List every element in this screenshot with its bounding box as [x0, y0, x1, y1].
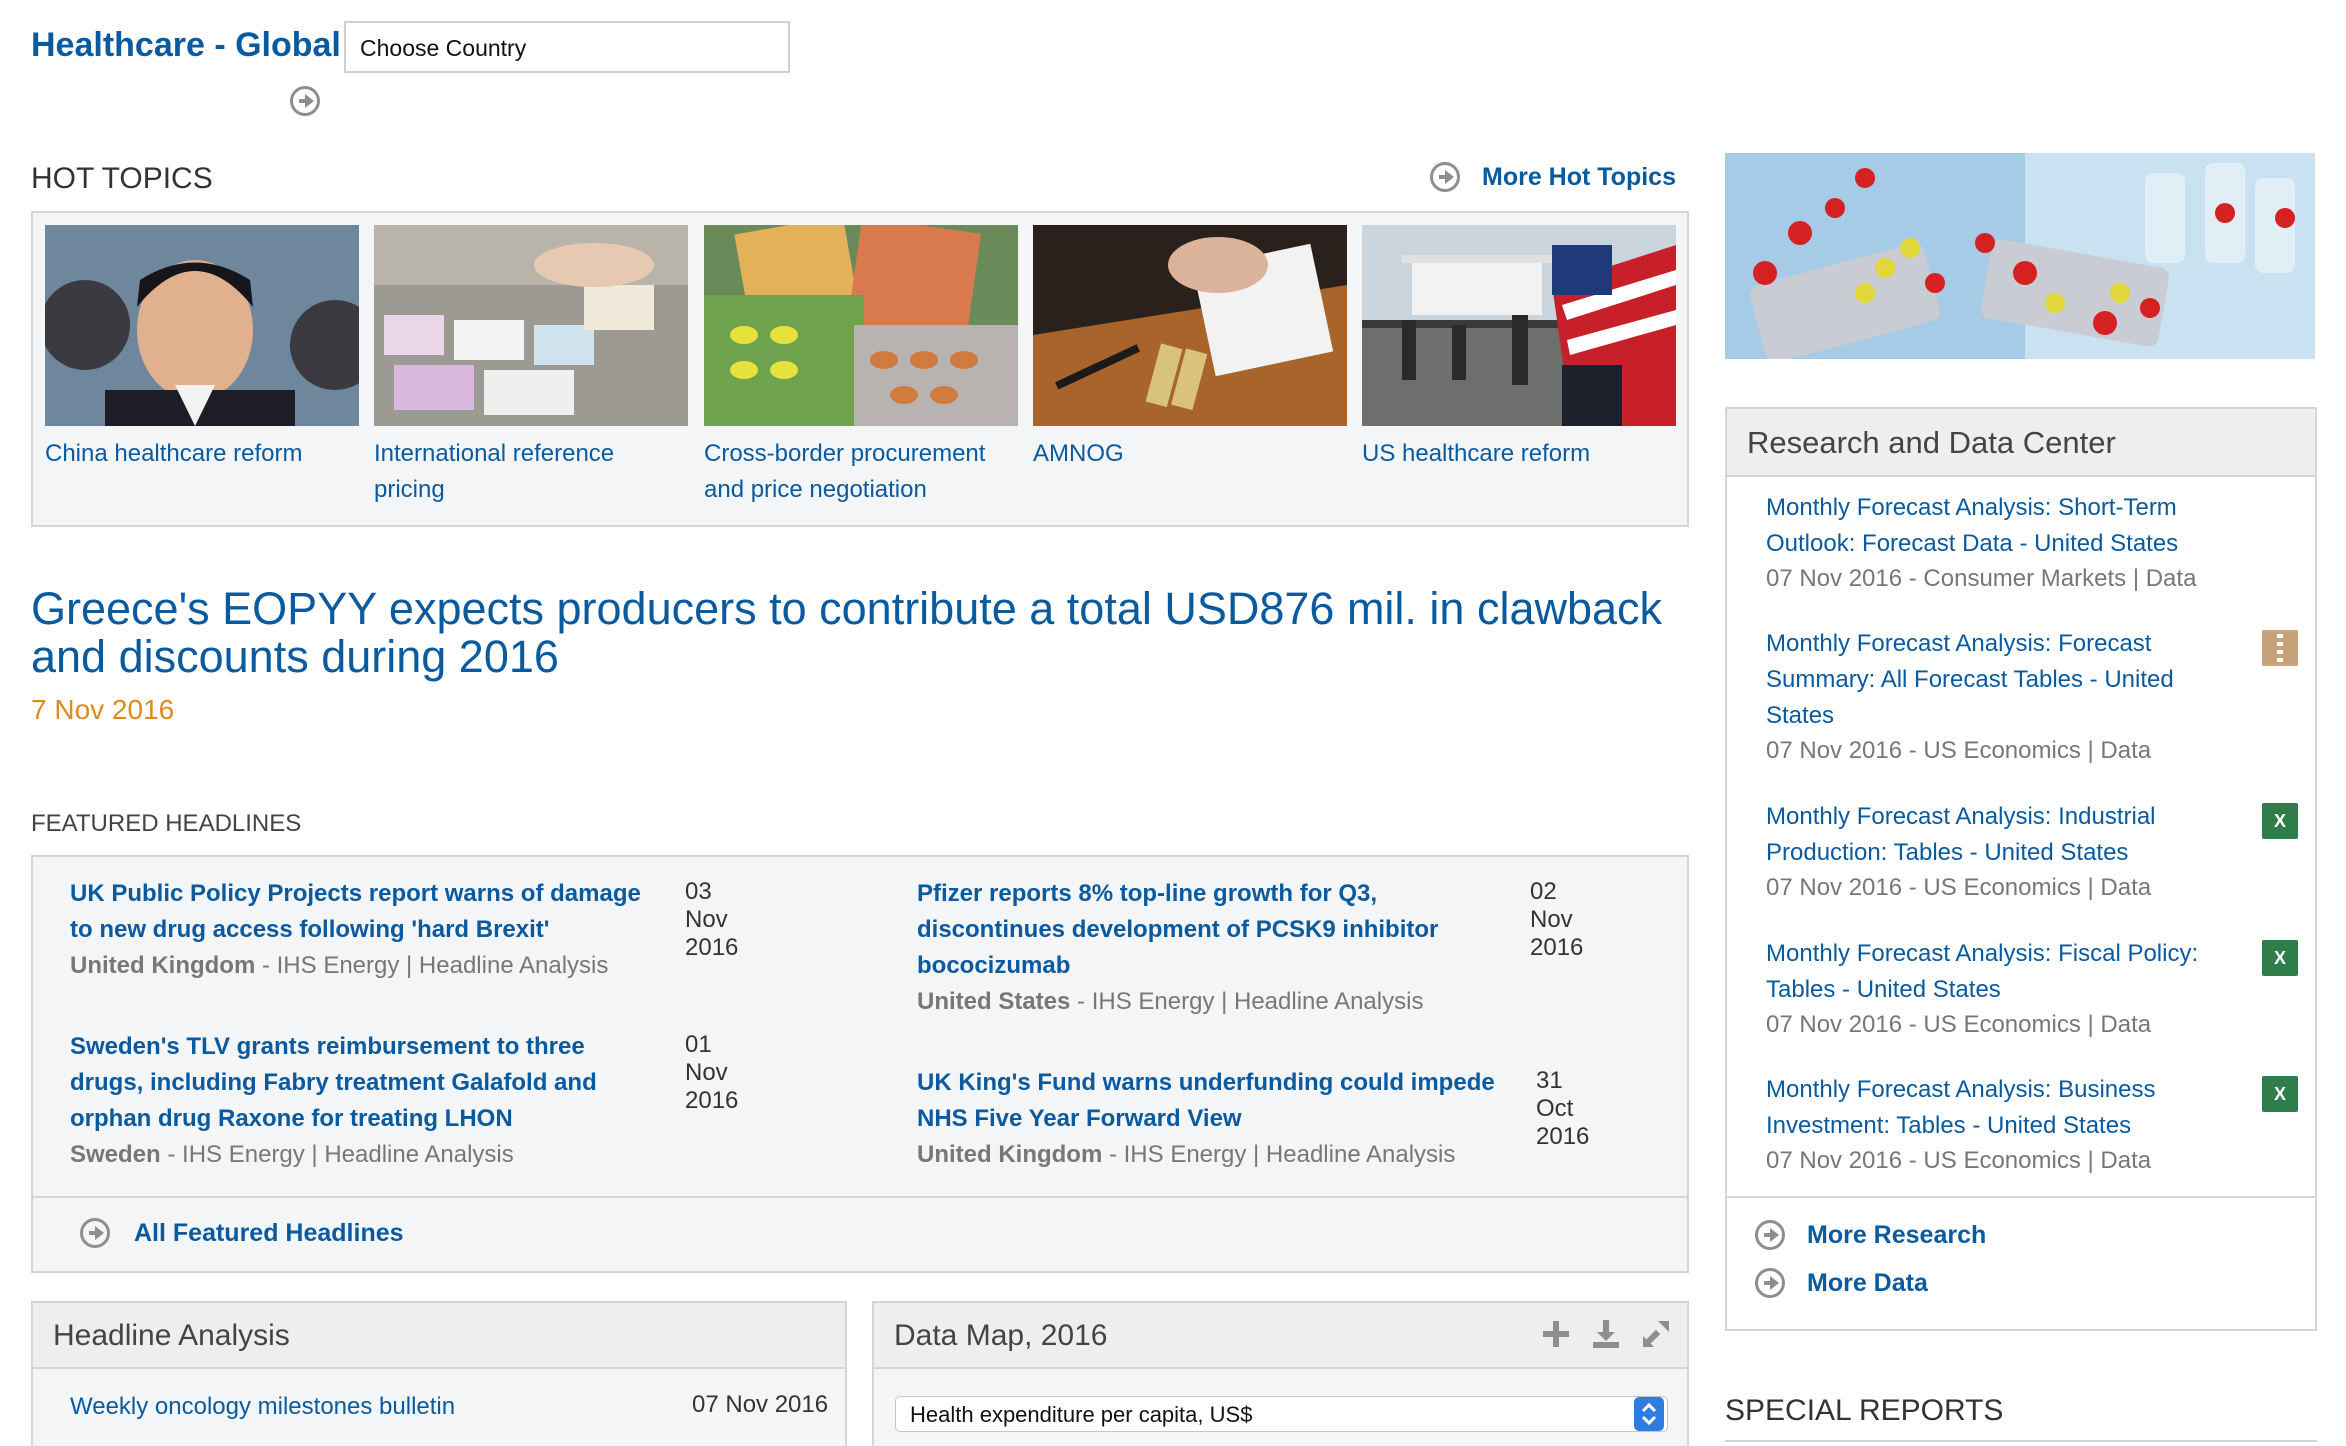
download-icon[interactable]	[1590, 1318, 1622, 1350]
headline-source: - IHS Energy | Headline Analysis	[160, 1141, 514, 1168]
topic-thumbnail[interactable]	[374, 225, 688, 426]
headline-item: Pfizer reports 8% top-line growth for Q3…	[917, 876, 1583, 1020]
research-item-title[interactable]: Monthly Forecast Analysis: Forecast Summ…	[1766, 626, 2216, 734]
all-featured-headlines-label: All Featured Headlines	[134, 1218, 404, 1247]
lead-story-date: 7 Nov 2016	[31, 694, 175, 725]
research-data-center-heading: Research and Data Center	[1727, 409, 2315, 477]
lead-story-title[interactable]: Greece's EOPYY expects producers to cont…	[31, 585, 1681, 681]
headline-source: - IHS Energy | Headline Analysis	[1102, 1141, 1456, 1168]
headline-country: Sweden	[70, 1141, 161, 1168]
research-divider	[1727, 1196, 2315, 1198]
hot-topic-card[interactable]: AMNOG	[1033, 225, 1347, 472]
more-hot-topics-label: More Hot Topics	[1482, 162, 1676, 191]
research-item-title[interactable]: Monthly Forecast Analysis: Industrial Pr…	[1766, 799, 2216, 871]
headline-analysis-panel: Headline Analysis	[31, 1301, 847, 1446]
headline-date: 01 Nov 2016	[685, 1031, 739, 1114]
research-item-meta: 07 Nov 2016 - US Economics | Data	[1766, 1147, 2152, 1174]
topic-label[interactable]: Cross-border procurement and price negot…	[704, 436, 1018, 508]
hot-topics-panel: China healthcare reform International re…	[31, 211, 1689, 527]
research-item-meta: 07 Nov 2016 - Consumer Markets | Data	[1766, 565, 2197, 592]
special-reports-heading: SPECIAL REPORTS	[1725, 1394, 2004, 1427]
headline-country: United Kingdom	[917, 1141, 1103, 1168]
zip-icon[interactable]	[2262, 630, 2298, 666]
topic-label[interactable]: International reference pricing	[374, 436, 688, 508]
more-data-label: More Data	[1807, 1268, 1928, 1297]
research-item: Monthly Forecast Analysis: Industrial Pr…	[1766, 799, 2216, 905]
country-select[interactable]: Choose Country	[344, 21, 790, 73]
headline-analysis-item[interactable]: Weekly oncology milestones bulletin	[70, 1393, 455, 1421]
research-item-meta: 07 Nov 2016 - US Economics | Data	[1766, 1011, 2152, 1038]
topic-label[interactable]: US healthcare reform	[1362, 436, 1676, 472]
arrow-circle-icon	[1755, 1268, 1785, 1298]
headline-date: 02 Nov 2016	[1530, 878, 1584, 961]
headline-item: UK King's Fund warns underfunding could …	[917, 1065, 1589, 1173]
more-research-label: More Research	[1807, 1220, 1987, 1249]
data-map-metric-select[interactable]: Health expenditure per capita, US$	[895, 1396, 1668, 1432]
headline-source: - IHS Energy | Headline Analysis	[1070, 988, 1424, 1015]
research-item: Monthly Forecast Analysis: Fiscal Policy…	[1766, 936, 2216, 1042]
headline-analysis-date: 07 Nov 2016	[692, 1391, 829, 1418]
headline-country: United States	[917, 988, 1071, 1015]
headline-analysis-heading: Headline Analysis	[33, 1303, 845, 1369]
headline-date: 03 Nov 2016	[685, 878, 739, 961]
promo-banner-image[interactable]	[1725, 153, 2315, 359]
site-title[interactable]: Healthcare - Global	[31, 26, 341, 65]
more-research-link[interactable]: More Research	[1755, 1220, 1986, 1250]
topic-thumbnail[interactable]	[704, 225, 1018, 426]
headline-title[interactable]: Sweden's TLV grants reimbursement to thr…	[70, 1029, 660, 1137]
hot-topic-card[interactable]: Cross-border procurement and price negot…	[704, 225, 1018, 508]
chevron-updown-icon[interactable]	[1634, 1397, 1664, 1431]
data-map-toolbar	[1540, 1318, 1672, 1350]
headline-meta: United Kingdom - IHS Energy | Headline A…	[70, 948, 660, 984]
go-arrow-icon[interactable]	[290, 86, 320, 116]
more-hot-topics-link[interactable]: More Hot Topics	[1430, 162, 1676, 192]
topic-label[interactable]: China healthcare reform	[45, 436, 359, 472]
headline-title[interactable]: UK Public Policy Projects report warns o…	[70, 876, 660, 948]
excel-icon[interactable]: X	[2262, 1076, 2298, 1112]
topic-thumbnail[interactable]	[45, 225, 359, 426]
headline-date: 31 Oct 2016	[1536, 1067, 1590, 1150]
plus-icon[interactable]	[1540, 1318, 1572, 1350]
headline-meta: United States - IHS Energy | Headline An…	[917, 984, 1507, 1020]
excel-icon[interactable]: X	[2262, 940, 2298, 976]
headline-title[interactable]: Pfizer reports 8% top-line growth for Q3…	[917, 876, 1507, 984]
research-item-title[interactable]: Monthly Forecast Analysis: Short-Term Ou…	[1766, 490, 2216, 562]
topic-thumbnail[interactable]	[1033, 225, 1347, 426]
hot-topics-heading: HOT TOPICS	[31, 162, 213, 195]
arrow-circle-icon	[1430, 162, 1460, 192]
special-reports-divider	[1725, 1440, 2317, 1442]
headline-source: - IHS Energy | Headline Analysis	[255, 952, 609, 979]
featured-headlines-heading: FEATURED HEADLINES	[31, 810, 302, 837]
research-item-meta: 07 Nov 2016 - US Economics | Data	[1766, 874, 2152, 901]
expand-icon[interactable]	[1640, 1318, 1672, 1350]
topic-thumbnail[interactable]	[1362, 225, 1676, 426]
research-item: Monthly Forecast Analysis: Short-Term Ou…	[1766, 490, 2216, 596]
research-item-title[interactable]: Monthly Forecast Analysis: Fiscal Policy…	[1766, 936, 2216, 1008]
arrow-circle-icon	[80, 1218, 110, 1248]
headline-country: United Kingdom	[70, 952, 256, 979]
headline-meta: Sweden - IHS Energy | Headline Analysis	[70, 1137, 660, 1173]
excel-icon[interactable]: X	[2262, 803, 2298, 839]
headline-meta: United Kingdom - IHS Energy | Headline A…	[917, 1137, 1507, 1173]
research-item-meta: 07 Nov 2016 - US Economics | Data	[1766, 737, 2152, 764]
more-data-link[interactable]: More Data	[1755, 1268, 1928, 1298]
hot-topic-card[interactable]: China healthcare reform	[45, 225, 359, 472]
research-item-title[interactable]: Monthly Forecast Analysis: Business Inve…	[1766, 1072, 2216, 1144]
arrow-circle-icon	[1755, 1220, 1785, 1250]
topic-label[interactable]: AMNOG	[1033, 436, 1347, 472]
headline-title[interactable]: UK King's Fund warns underfunding could …	[917, 1065, 1507, 1137]
all-featured-headlines-link[interactable]: All Featured Headlines	[80, 1218, 404, 1248]
research-item: Monthly Forecast Analysis: Forecast Summ…	[1766, 626, 2216, 768]
headline-item: UK Public Policy Projects report warns o…	[70, 876, 738, 984]
hot-topic-card[interactable]: International reference pricing	[374, 225, 688, 508]
headline-item: Sweden's TLV grants reimbursement to thr…	[70, 1029, 738, 1173]
hot-topic-card[interactable]: US healthcare reform	[1362, 225, 1676, 472]
research-item: Monthly Forecast Analysis: Business Inve…	[1766, 1072, 2216, 1178]
